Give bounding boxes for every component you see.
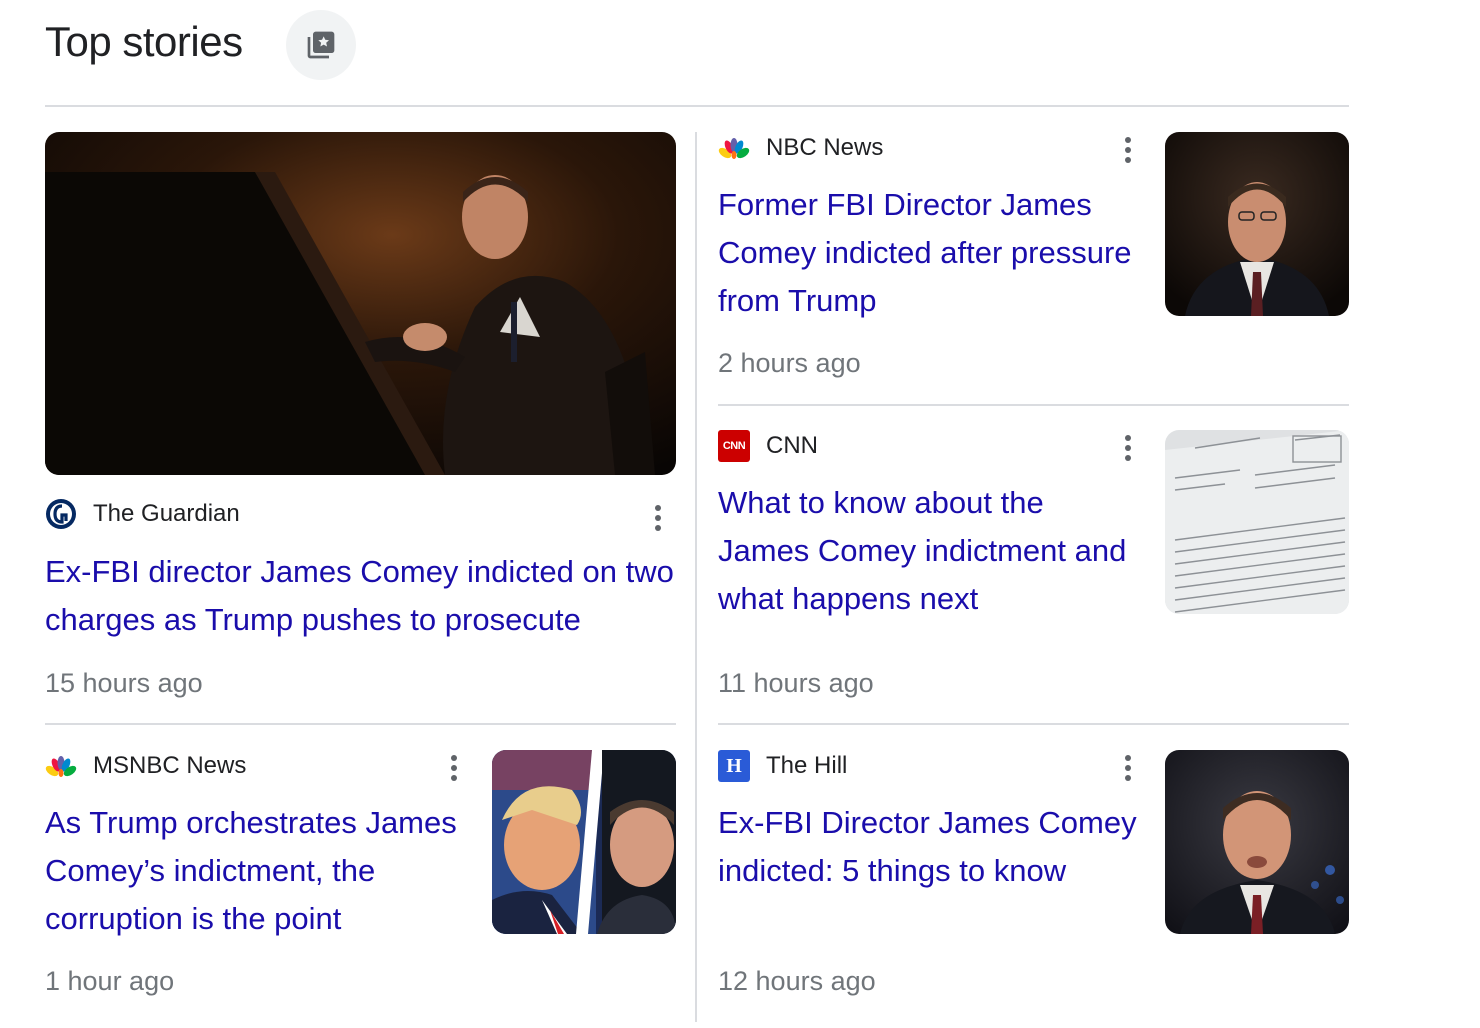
comey-testifying-photo — [1165, 750, 1349, 934]
comey-portrait-photo — [1165, 132, 1349, 316]
source-name: The Guardian — [93, 500, 240, 527]
section-title: Top stories — [45, 18, 243, 65]
story-image[interactable] — [492, 750, 676, 934]
source-name: NBC News — [766, 134, 884, 161]
story-timestamp: 12 hours ago — [718, 966, 876, 996]
nbc-peacock-logo-icon — [718, 132, 750, 164]
more-options-button[interactable] — [1116, 134, 1140, 166]
story-source[interactable]: MSNBC News — [45, 750, 246, 782]
story-divider — [718, 404, 1349, 406]
story-headline-link[interactable]: Ex-FBI director James Comey indicted on … — [45, 548, 675, 644]
story-timestamp: 15 hours ago — [45, 668, 203, 698]
trump-comey-split-photo — [492, 750, 676, 934]
guardian-logo-icon — [45, 498, 77, 530]
story-headline-link[interactable]: As Trump orchestrates James Comey’s indi… — [45, 799, 475, 943]
story-source[interactable]: H The Hill — [718, 750, 847, 782]
story-headline-link[interactable]: What to know about the James Comey indic… — [718, 479, 1138, 623]
more-options-button[interactable] — [442, 752, 466, 784]
header-divider — [45, 105, 1349, 107]
column-divider — [695, 132, 697, 1022]
story-headline-link[interactable]: Former FBI Director James Comey indicted… — [718, 181, 1138, 325]
story-image[interactable] — [1165, 132, 1349, 316]
msnbc-peacock-logo-icon — [45, 750, 77, 782]
story-source[interactable]: CNN CNN — [718, 430, 818, 462]
story-source[interactable]: The Guardian — [45, 498, 240, 530]
story-image[interactable] — [1165, 430, 1349, 614]
more-options-button[interactable] — [646, 502, 670, 534]
story-image[interactable] — [1165, 750, 1349, 934]
comey-seated-hearing-photo — [45, 132, 676, 475]
story-source[interactable]: NBC News — [718, 132, 883, 164]
more-options-button[interactable] — [1116, 752, 1140, 784]
story-divider — [718, 723, 1349, 725]
source-name: The Hill — [766, 752, 848, 779]
story-image[interactable] — [45, 132, 676, 475]
source-name: CNN — [766, 432, 818, 459]
the-hill-logo-icon: H — [718, 750, 750, 782]
top-stories-button[interactable] — [286, 10, 356, 80]
newspaper-star-icon — [307, 31, 335, 59]
indictment-document-photo — [1165, 430, 1349, 614]
cnn-logo-icon: CNN — [718, 430, 750, 462]
story-timestamp: 2 hours ago — [718, 348, 861, 378]
story-timestamp: 11 hours ago — [718, 668, 874, 698]
source-name: MSNBC News — [93, 752, 247, 779]
story-headline-link[interactable]: Ex-FBI Director James Comey indicted: 5 … — [718, 799, 1138, 895]
story-timestamp: 1 hour ago — [45, 966, 175, 996]
more-options-button[interactable] — [1116, 432, 1140, 464]
story-divider — [45, 723, 676, 725]
